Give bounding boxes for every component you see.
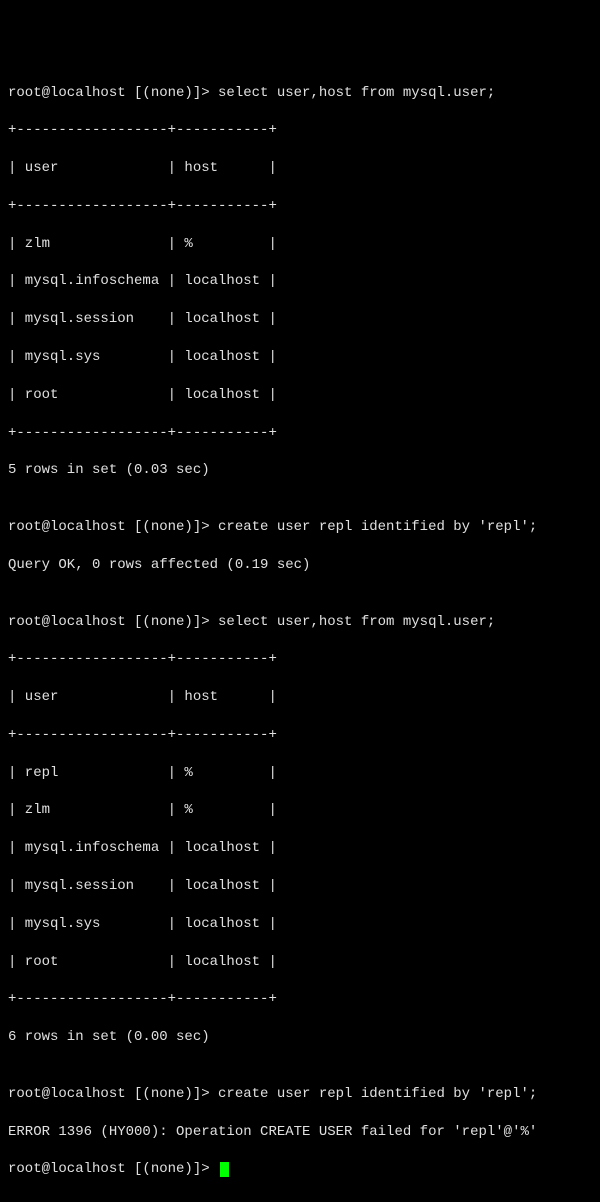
error-message: ERROR 1396 (HY000): Operation CREATE USE… xyxy=(8,1123,592,1142)
table-row: | zlm | % | xyxy=(8,235,592,254)
table-separator: +------------------+-----------+ xyxy=(8,726,592,745)
prompt-text: root@localhost [(none)]> xyxy=(8,1161,218,1177)
sql-prompt-line-4: root@localhost [(none)]> create user rep… xyxy=(8,1085,592,1104)
table-row: | repl | % | xyxy=(8,764,592,783)
result-summary: 6 rows in set (0.00 sec) xyxy=(8,1028,592,1047)
table-row: | mysql.session | localhost | xyxy=(8,877,592,896)
sql-prompt-line-1: root@localhost [(none)]> select user,hos… xyxy=(8,84,592,103)
table-row: | zlm | % | xyxy=(8,801,592,820)
table-header-row: | user | host | xyxy=(8,688,592,707)
cursor-icon xyxy=(220,1162,229,1177)
table-separator: +------------------+-----------+ xyxy=(8,197,592,216)
result-summary: 5 rows in set (0.03 sec) xyxy=(8,461,592,480)
table-row: | mysql.infoschema | localhost | xyxy=(8,839,592,858)
table-separator: +------------------+-----------+ xyxy=(8,424,592,443)
table-separator: +------------------+-----------+ xyxy=(8,650,592,669)
table-separator: +------------------+-----------+ xyxy=(8,121,592,140)
table-row: | mysql.sys | localhost | xyxy=(8,915,592,934)
table-row: | mysql.sys | localhost | xyxy=(8,348,592,367)
table-header-row: | user | host | xyxy=(8,159,592,178)
table-row: | root | localhost | xyxy=(8,386,592,405)
table-separator: +------------------+-----------+ xyxy=(8,990,592,1009)
table-row: | mysql.session | localhost | xyxy=(8,310,592,329)
sql-prompt-line-2: root@localhost [(none)]> create user rep… xyxy=(8,518,592,537)
sql-prompt-line-3: root@localhost [(none)]> select user,hos… xyxy=(8,613,592,632)
table-row: | mysql.infoschema | localhost | xyxy=(8,272,592,291)
active-prompt-line[interactable]: root@localhost [(none)]> xyxy=(8,1160,592,1179)
result-summary: Query OK, 0 rows affected (0.19 sec) xyxy=(8,556,592,575)
table-row: | root | localhost | xyxy=(8,953,592,972)
